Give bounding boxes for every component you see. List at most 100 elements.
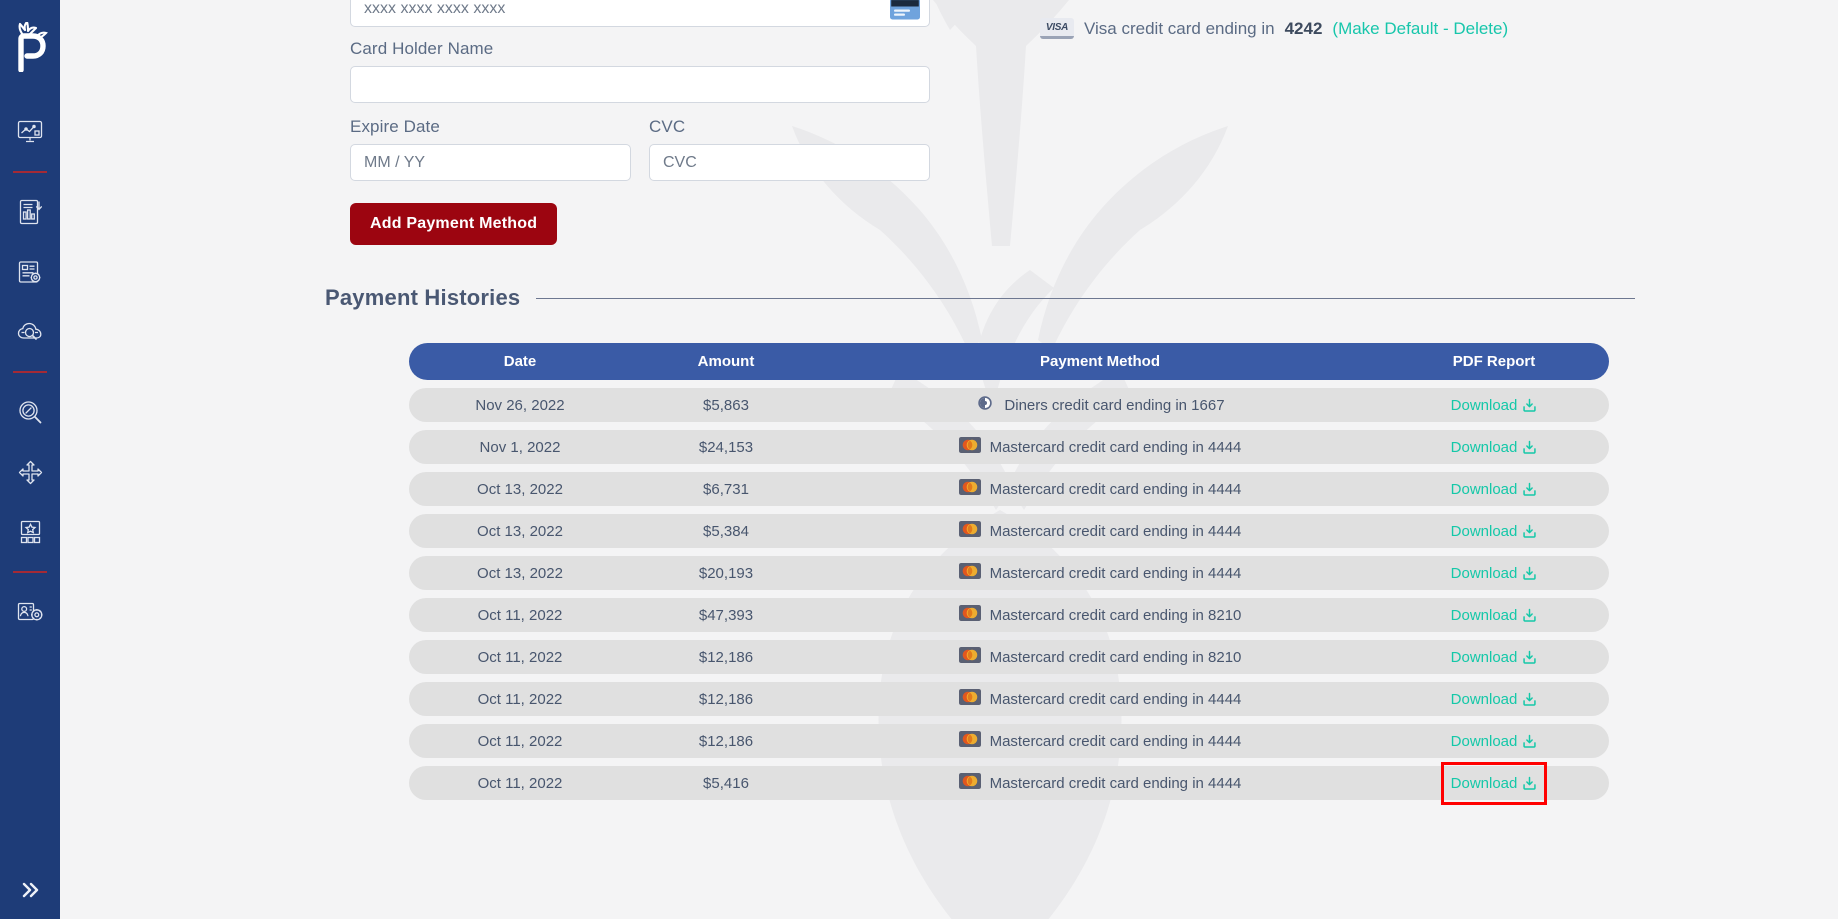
cell-pdf-report: Download <box>1379 397 1609 414</box>
main-content: Card Holder Name Expire Date CVC Add Pay… <box>60 0 1838 919</box>
payment-method-text: Mastercard credit card ending in 8210 <box>989 606 1242 624</box>
cell-date: Nov 26, 2022 <box>475 396 565 414</box>
cell-amount: $5,416 <box>703 774 749 792</box>
cvc-group: CVC <box>649 105 930 181</box>
download-link[interactable]: Download <box>1451 733 1538 750</box>
download-icon <box>1522 440 1537 455</box>
sidebar-item-dashboard[interactable] <box>7 109 53 155</box>
table-row: Oct 11, 2022 $5,416 Mastercard credit car… <box>409 766 1609 800</box>
cvc-input[interactable] <box>649 144 930 181</box>
cell-date: Oct 11, 2022 <box>477 648 563 666</box>
sidebar-item-cloud-scan[interactable] <box>7 309 53 355</box>
payment-method-text: Mastercard credit card ending in 4444 <box>989 522 1242 540</box>
download-icon <box>1522 482 1537 497</box>
saved-card-actions[interactable]: (Make Default - Delete) <box>1332 19 1508 39</box>
download-icon <box>1522 692 1537 707</box>
mastercard-icon <box>958 479 981 499</box>
saved-card-text: Visa credit card ending in <box>1084 18 1275 38</box>
expand-sidebar-button[interactable] <box>0 880 60 905</box>
download-link[interactable]: Download <box>1451 691 1538 708</box>
download-link[interactable]: Download <box>1451 397 1538 414</box>
card-number-input[interactable] <box>350 0 930 27</box>
cell-payment-method: Mastercard credit card ending in 4444 <box>821 731 1379 751</box>
cell-payment-method: Mastercard credit card ending in 4444 <box>821 437 1379 457</box>
payment-method-text: Mastercard credit card ending in 4444 <box>989 690 1242 708</box>
cell-payment-method: Mastercard credit card ending in 4444 <box>821 479 1379 499</box>
table-row: Oct 13, 2022 $20,193 Mastercard credit ca… <box>409 556 1609 590</box>
sidebar-item-remediation[interactable] <box>7 449 53 495</box>
diners-icon <box>975 393 995 417</box>
sidebar-item-config[interactable] <box>7 249 53 295</box>
download-icon <box>1522 608 1537 623</box>
table-row: Oct 11, 2022 $12,186 Mastercard credit ca… <box>409 682 1609 716</box>
payment-histories-header: Payment Histories <box>325 285 1635 311</box>
mastercard-icon <box>958 773 981 793</box>
sidebar-item-compliance[interactable] <box>7 389 53 435</box>
download-label: Download <box>1450 690 1518 708</box>
payment-method-text: Mastercard credit card ending in 8210 <box>989 648 1242 666</box>
download-link[interactable]: Download <box>1451 775 1538 792</box>
cell-pdf-report: Download <box>1379 733 1609 750</box>
download-link[interactable]: Download <box>1451 439 1538 456</box>
cell-amount: $47,393 <box>698 606 754 624</box>
sidebar-divider <box>13 371 47 373</box>
star-panel-icon <box>18 520 43 544</box>
table-body: Nov 26, 2022 $5,863 Diners credit card en… <box>409 388 1609 800</box>
download-link[interactable]: Download <box>1451 607 1538 624</box>
mastercard-icon <box>958 689 981 709</box>
cell-amount: $12,186 <box>698 732 754 750</box>
cell-amount: $20,193 <box>698 564 754 582</box>
mastercard-icon <box>958 563 981 583</box>
download-label: Download <box>1450 732 1518 750</box>
prancer-antler-logo[interactable] <box>9 20 51 73</box>
magnifier-shield-icon <box>18 400 43 425</box>
download-icon <box>1522 776 1537 791</box>
card-holder-label: Card Holder Name <box>350 39 494 58</box>
cell-payment-method: Mastercard credit card ending in 4444 <box>821 689 1379 709</box>
document-chart-icon <box>19 199 42 225</box>
download-link[interactable]: Download <box>1451 649 1538 666</box>
mastercard-icon <box>958 437 981 457</box>
download-label: Download <box>1450 774 1518 792</box>
cell-pdf-report: Download <box>1379 649 1609 666</box>
page-title: Payment Histories <box>325 285 521 310</box>
cell-date: Oct 11, 2022 <box>477 732 563 750</box>
cell-date: Oct 13, 2022 <box>477 522 563 540</box>
four-arrows-icon <box>18 460 43 485</box>
user-gear-icon <box>17 600 44 624</box>
cell-pdf-report: Download <box>1379 691 1609 708</box>
download-link[interactable]: Download <box>1451 523 1538 540</box>
sidebar-item-favorites[interactable] <box>7 509 53 555</box>
cell-amount: $5,384 <box>703 522 749 540</box>
download-icon <box>1522 734 1537 749</box>
table-row: Oct 13, 2022 $5,384 Mastercard credit car… <box>409 514 1609 548</box>
saved-payment-methods: VISA Visa credit card ending in 4242 (Ma… <box>1040 0 1660 39</box>
cell-date: Oct 13, 2022 <box>477 480 563 498</box>
cell-payment-method: Diners credit card ending in 1667 <box>821 393 1379 417</box>
expire-date-group: Expire Date <box>350 105 631 181</box>
cell-amount: $12,186 <box>698 648 754 666</box>
cvc-label: CVC <box>649 117 686 136</box>
download-label: Download <box>1450 606 1518 624</box>
mastercard-icon <box>958 731 981 751</box>
cell-pdf-report: Download <box>1379 565 1609 582</box>
heading-divider <box>536 297 1635 299</box>
cell-pdf-report: Download <box>1379 775 1609 792</box>
table-row: Nov 1, 2022 $24,153 Mastercard credit car… <box>409 430 1609 464</box>
cell-payment-method: Mastercard credit card ending in 4444 <box>821 521 1379 541</box>
add-payment-method-button[interactable]: Add Payment Method <box>350 203 558 245</box>
download-link[interactable]: Download <box>1451 565 1538 582</box>
table-row: Oct 11, 2022 $12,186 Mastercard credit ca… <box>409 640 1609 674</box>
payment-method-text: Diners credit card ending in 1667 <box>1004 396 1225 414</box>
sidebar-item-reports[interactable] <box>7 189 53 235</box>
card-holder-input[interactable] <box>350 66 930 103</box>
payment-histories-table: Date Amount Payment Method PDF Report No… <box>409 343 1609 800</box>
download-link[interactable]: Download <box>1451 481 1538 498</box>
expire-date-input[interactable] <box>350 144 631 181</box>
cell-date: Oct 11, 2022 <box>477 606 563 624</box>
sidebar-divider <box>13 571 47 573</box>
add-payment-method-form: Card Holder Name Expire Date CVC Add Pay… <box>350 0 930 245</box>
sidebar-divider <box>13 171 47 173</box>
sidebar-item-user-settings[interactable] <box>7 589 53 635</box>
cell-amount: $6,731 <box>703 480 749 498</box>
